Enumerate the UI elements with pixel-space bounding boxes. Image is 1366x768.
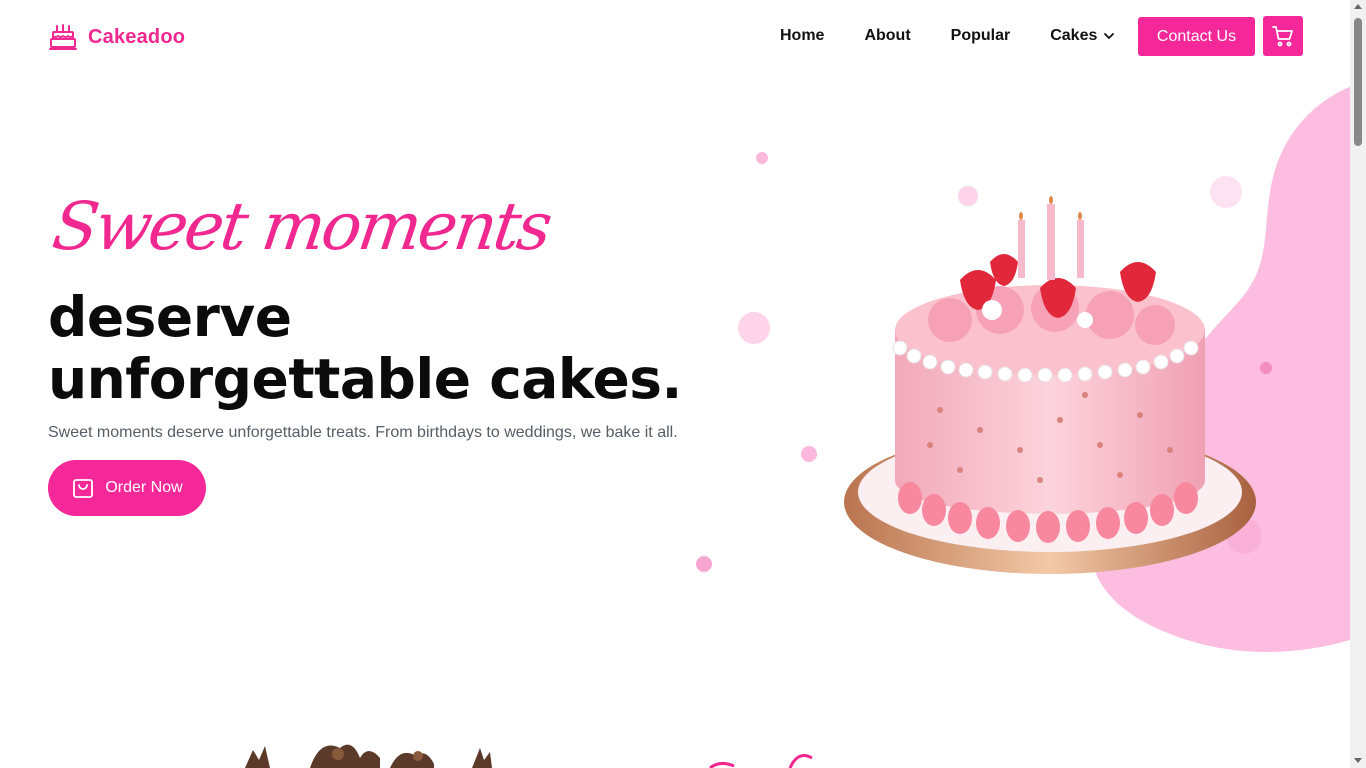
birthday-cake-icon — [49, 24, 77, 50]
cart-button[interactable] — [1263, 16, 1303, 56]
nav-item-home[interactable]: Home — [780, 26, 824, 46]
hero-script-title: Sweet moments — [48, 188, 555, 265]
shopping-bag-icon — [73, 479, 94, 498]
section-script-title-peek — [709, 754, 813, 768]
site-header: Cakeadoo Home About Popular Cakes Contac… — [0, 0, 1350, 74]
order-now-label: Order Now — [105, 479, 183, 496]
order-now-button[interactable]: Order Now — [48, 460, 206, 516]
chevron-down-icon — [1104, 33, 1115, 39]
brand-name: Cakeadoo — [88, 25, 186, 48]
main-nav: Home About Popular Cakes — [780, 26, 1115, 46]
hero-subtitle: Sweet moments deserve unforgettable trea… — [48, 424, 678, 441]
hero-title: deserve unforgettable cakes. — [48, 285, 682, 411]
nav-item-popular[interactable]: Popular — [951, 26, 1011, 46]
pink-birthday-cake-image — [844, 196, 1256, 574]
scroll-up-arrow[interactable] — [1354, 4, 1362, 9]
decorative-dot — [696, 556, 712, 572]
scroll-down-arrow[interactable] — [1354, 758, 1362, 763]
brand-logo[interactable]: Cakeadoo — [48, 22, 185, 52]
decorative-dot — [801, 446, 817, 462]
scrollbar-thumb[interactable] — [1354, 18, 1362, 146]
nav-item-cakes-dropdown[interactable]: Cakes — [1050, 26, 1115, 46]
contact-us-button[interactable]: Contact Us — [1138, 17, 1255, 56]
nav-item-label: Cakes — [1050, 27, 1098, 44]
chocolate-cake-image — [245, 744, 492, 768]
nav-item-about[interactable]: About — [864, 26, 910, 46]
decorative-dot — [738, 312, 770, 344]
shopping-cart-icon — [1272, 26, 1293, 47]
decorative-dot — [756, 152, 768, 164]
